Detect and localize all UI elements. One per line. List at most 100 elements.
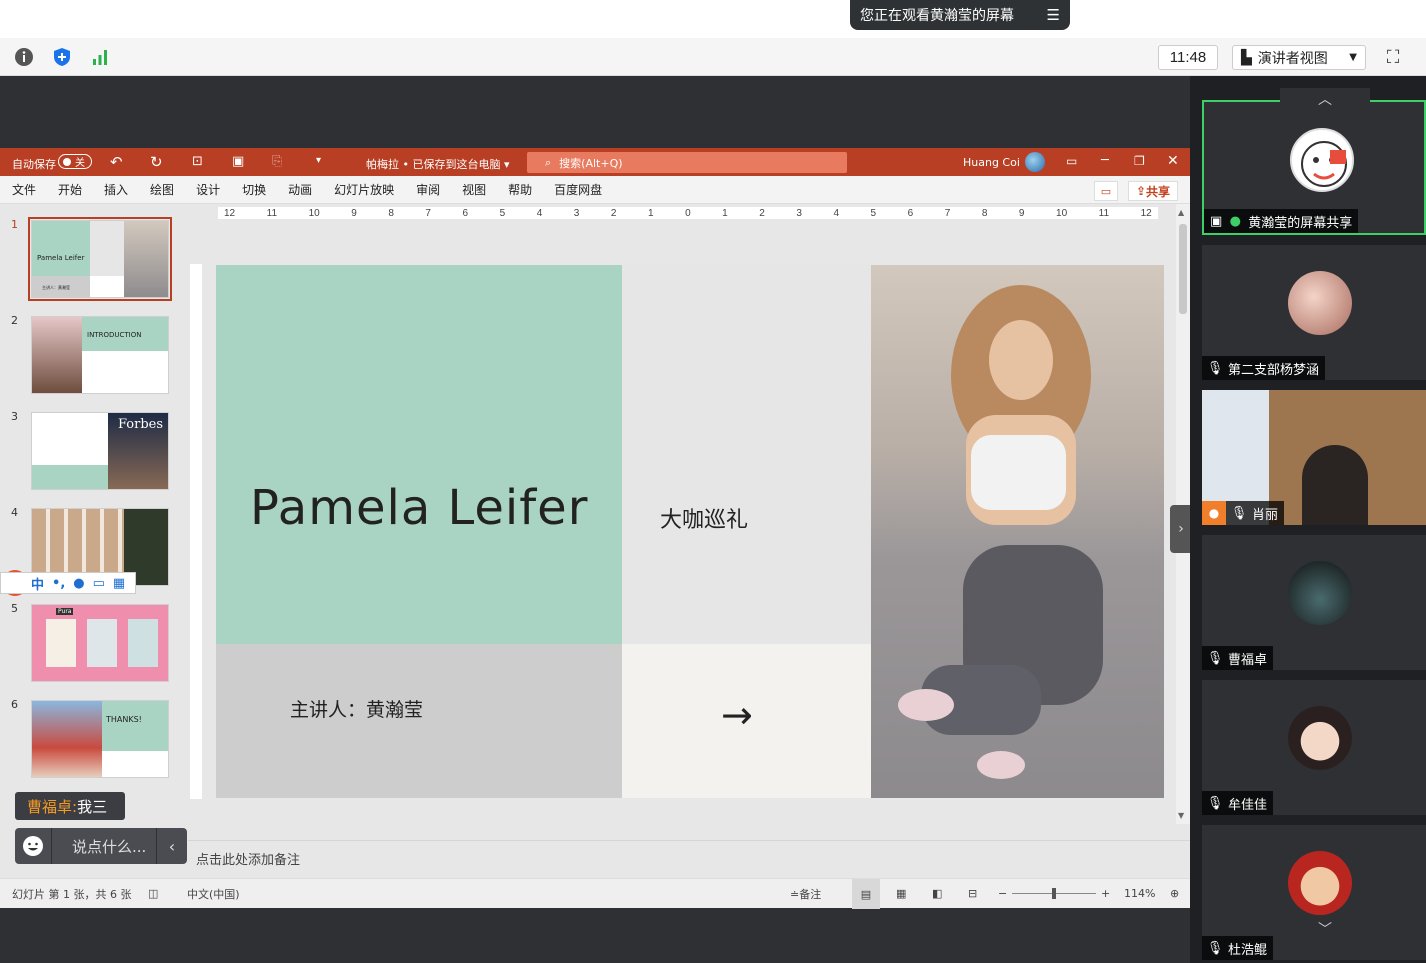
- participant-tile[interactable]: 🎙 曹福卓: [1202, 535, 1426, 670]
- emoji-icon[interactable]: [15, 828, 51, 864]
- slide-speaker[interactable]: 主讲人：黄瀚莹: [290, 695, 423, 722]
- menu-insert[interactable]: 插入: [104, 181, 128, 198]
- collapse-panel-tab[interactable]: ›: [1170, 505, 1192, 553]
- slideshow-view-icon[interactable]: ⊟: [968, 887, 977, 900]
- chevron-left-icon[interactable]: ‹: [157, 837, 187, 856]
- person-icon: ●: [1202, 501, 1226, 525]
- ruler-tick: 1: [722, 207, 728, 219]
- participant-tile[interactable]: 🎙 第二支部杨梦涵: [1202, 245, 1426, 380]
- zoom-out-icon[interactable]: −: [998, 887, 1007, 900]
- chat-input[interactable]: 说点什么... ‹: [15, 828, 187, 864]
- punctuation-icon[interactable]: •,: [52, 576, 65, 591]
- voice-icon[interactable]: ●: [73, 576, 84, 591]
- scroll-down-icon[interactable]: ▼: [1178, 811, 1184, 820]
- scroll-up-chevron-icon[interactable]: ︿: [1280, 88, 1370, 110]
- share-button[interactable]: ⇪ 共享: [1128, 181, 1178, 201]
- notes-pane[interactable]: 点击此处添加备注: [188, 840, 1190, 876]
- menu-file[interactable]: 文件: [12, 181, 36, 198]
- participant-name: 黄瀚莹的屏幕共享: [1248, 215, 1353, 231]
- ruler-tick: 12: [224, 207, 236, 219]
- menu-transitions[interactable]: 切换: [242, 181, 266, 198]
- minimize-icon[interactable]: ─: [1101, 153, 1109, 168]
- notes-label: 备注: [799, 887, 822, 901]
- file-title[interactable]: 帕梅拉 • 已保存到这台电脑 ▾: [366, 156, 510, 172]
- apps-icon[interactable]: ▦: [113, 576, 125, 591]
- ribbon-display-icon[interactable]: ▭: [1066, 154, 1077, 168]
- avatar: [1290, 128, 1354, 192]
- fullscreen-icon[interactable]: ⛶: [1380, 45, 1406, 70]
- slide-thumb-1[interactable]: Pamela Leifer 主讲人：黄瀚莹: [28, 217, 172, 301]
- restore-icon[interactable]: ❐: [1134, 154, 1145, 168]
- reading-view-icon[interactable]: ◧: [932, 887, 942, 900]
- slide-subtitle[interactable]: 大咖巡礼: [660, 502, 748, 534]
- sorter-view-icon[interactable]: ▦: [896, 887, 906, 900]
- scroll-down-chevron-icon[interactable]: ﹀: [1280, 917, 1370, 941]
- current-slide[interactable]: Pamela Leifer 大咖巡礼 主讲人：黄瀚莹 →: [216, 265, 1164, 798]
- menu-view[interactable]: 视图: [462, 181, 486, 198]
- mic-muted-icon: 🎙: [1206, 650, 1224, 666]
- slide-thumb-5[interactable]: Pura: [31, 604, 169, 682]
- present-icon[interactable]: ⊡: [192, 154, 203, 169]
- thumb-number: 4: [11, 506, 18, 519]
- comment-icon[interactable]: ▭: [1094, 181, 1118, 201]
- fit-slide-icon[interactable]: ⊕: [1170, 887, 1179, 900]
- scroll-thumb[interactable]: [1179, 224, 1187, 314]
- slide-title[interactable]: Pamela Leifer: [250, 480, 588, 536]
- screen-share-banner[interactable]: 您正在观看黄瀚莹的屏幕 ☰: [850, 0, 1070, 30]
- redo-icon[interactable]: ↻: [150, 153, 163, 171]
- zoom-level[interactable]: 114%: [1124, 887, 1155, 900]
- normal-view-icon[interactable]: ▤: [852, 879, 880, 909]
- zoom-in-icon[interactable]: +: [1101, 887, 1110, 900]
- customize-qat-icon[interactable]: ▾: [316, 155, 321, 166]
- signal-icon[interactable]: [88, 45, 112, 69]
- menu-slideshow[interactable]: 幻灯片放映: [334, 181, 394, 198]
- autosave-toggle[interactable]: 关: [58, 154, 92, 169]
- info-icon[interactable]: [12, 45, 36, 69]
- menu-baidu[interactable]: 百度网盘: [554, 181, 602, 198]
- scroll-up-icon[interactable]: ▲: [1178, 208, 1184, 217]
- ruler-tick: 3: [796, 207, 802, 219]
- menu-animations[interactable]: 动画: [288, 181, 312, 198]
- thumb-sub: 主讲人：黄瀚莹: [42, 285, 70, 290]
- chat-sender: 曹福卓:: [27, 797, 78, 816]
- ruler-tick: 2: [610, 207, 617, 219]
- slide-grey-panel: [622, 265, 871, 644]
- format-painter-icon[interactable]: ⎘: [272, 154, 282, 169]
- save-icon[interactable]: ▣: [232, 154, 244, 169]
- user-name[interactable]: Huang Coi: [963, 156, 1020, 169]
- participant-tile[interactable]: 🎙 牟佳佳: [1202, 680, 1426, 815]
- ime-toolbar[interactable]: 中 •, ● ▭ ▦: [0, 572, 136, 594]
- search-input[interactable]: ⌕ 搜索(Alt+Q): [527, 152, 847, 173]
- user-avatar[interactable]: [1025, 152, 1045, 172]
- language[interactable]: 中文(中国): [187, 886, 240, 902]
- slide-thumbnails: 1 Pamela Leifer 主讲人：黄瀚莹 2 INTRODUCTION 3…: [0, 204, 188, 876]
- chevron-down-icon: ▼: [1349, 52, 1357, 63]
- shield-icon[interactable]: [50, 45, 74, 69]
- menu-review[interactable]: 审阅: [416, 181, 440, 198]
- slide-thumb-6[interactable]: THANKS!: [31, 700, 169, 778]
- keyboard-icon[interactable]: ▭: [93, 576, 105, 591]
- mic-muted-icon: 🎙: [1206, 795, 1224, 811]
- zoom-handle[interactable]: [1052, 888, 1056, 899]
- notes-placeholder: 点击此处添加备注: [196, 853, 301, 868]
- slide-thumb-3[interactable]: Forbes: [31, 412, 169, 490]
- slide-thumb-2[interactable]: INTRODUCTION: [31, 316, 169, 394]
- undo-icon[interactable]: ↶: [110, 153, 123, 171]
- ruler-tick: 6: [462, 207, 469, 219]
- ime-mode[interactable]: 中: [31, 574, 44, 593]
- menu-design[interactable]: 设计: [196, 181, 220, 198]
- participant-tile[interactable]: ▣ ● 黄瀚莹的屏幕共享: [1202, 100, 1426, 235]
- ruler-tick: 3: [573, 207, 580, 219]
- ruler-tick: 8: [981, 207, 988, 219]
- close-icon[interactable]: ✕: [1167, 153, 1179, 169]
- view-mode-dropdown[interactable]: ▙ 演讲者视图 ▼: [1232, 45, 1366, 70]
- menu-draw[interactable]: 绘图: [150, 181, 174, 198]
- accessibility-icon[interactable]: ◫: [148, 887, 158, 900]
- menu-help[interactable]: 帮助: [508, 181, 532, 198]
- list-icon[interactable]: ☰: [1047, 6, 1060, 24]
- notes-toggle[interactable]: ≐备注: [790, 886, 821, 902]
- menu-home[interactable]: 开始: [58, 181, 82, 198]
- ruler-tick: 4: [536, 207, 543, 219]
- participant-tile-video[interactable]: ● 🎙 肖丽: [1202, 390, 1426, 525]
- view-mode-label: 演讲者视图: [1257, 50, 1328, 67]
